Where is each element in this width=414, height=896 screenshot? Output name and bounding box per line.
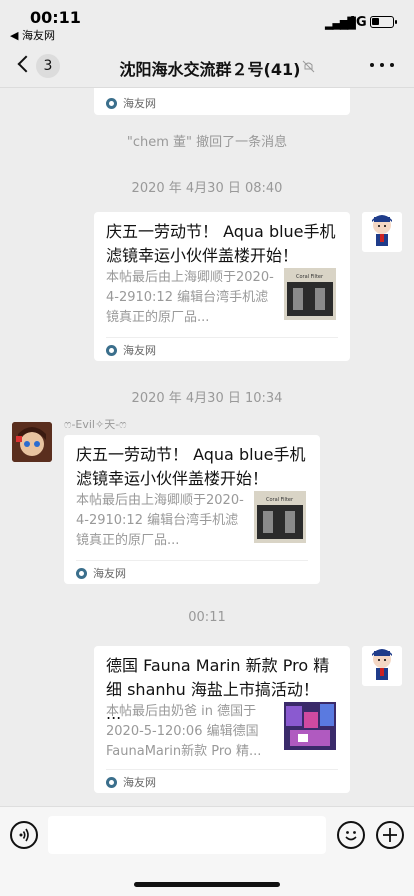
my-avatar[interactable]	[362, 646, 402, 686]
source-icon	[76, 568, 87, 579]
network-type: 4G	[347, 15, 367, 30]
link-card[interactable]: 德国 Fauna Marin 新款 Pro 精细 shanhu 海盐上市搞活动！…	[94, 646, 350, 793]
partial-link-card[interactable]: 海友网	[94, 88, 350, 115]
card-footer: 海友网	[106, 337, 338, 361]
chat-title[interactable]: 沈阳海水交流群２号(41)	[110, 56, 310, 80]
status-bar: 00:11 ◀ 海友网 ▂▄▆█ 4G	[0, 0, 414, 44]
card-thumbnail	[284, 702, 336, 750]
timestamp: 2020 年 4月30 日 10:34	[131, 391, 283, 406]
sender-avatar[interactable]	[12, 422, 52, 462]
chat-nav-bar: 3 沈阳海水交流群２号(41)	[0, 44, 414, 88]
my-avatar[interactable]	[362, 212, 402, 252]
more-icon[interactable]	[370, 62, 394, 70]
home-indicator[interactable]	[134, 882, 280, 887]
card-desc: 本帖最后由上海卿顺于2020-4-2910:12 编辑台湾手机滤镜真正的原厂品.…	[106, 270, 274, 325]
back-chevron-icon	[17, 55, 35, 73]
card-footer: 海友网	[106, 769, 338, 793]
card-footer: 海友网	[106, 91, 338, 115]
unread-count-badge: 3	[36, 54, 60, 78]
card-title: 庆五一劳动节！ Aqua blue手机滤镜幸运小伙伴盖楼开始！	[76, 445, 306, 488]
card-footer: 海友网	[76, 560, 308, 584]
add-icon[interactable]	[376, 821, 404, 849]
source-icon	[106, 98, 117, 109]
svg-text:Coral Filter: Coral Filter	[296, 274, 324, 280]
back-to-app-link[interactable]: ◀ 海友网	[10, 27, 55, 43]
sender-name: ෆ-Evil✧天-ෆ	[64, 418, 127, 431]
card-thumbnail: Coral Filter	[284, 268, 336, 320]
recall-notice: "chem 董" 撤回了一条消息	[126, 135, 288, 150]
card-thumbnail: Coral Filter	[254, 491, 306, 543]
status-time: 00:11	[30, 8, 81, 27]
timestamp: 00:11	[188, 610, 226, 625]
card-desc: 本帖最后由奶爸 in 德国于2020-5-120:06 编辑德国FaunaMar…	[106, 704, 262, 759]
card-source: 海友网	[123, 344, 156, 357]
voice-icon[interactable]	[10, 821, 38, 849]
svg-text:Coral Filter: Coral Filter	[266, 497, 294, 503]
link-card[interactable]: 庆五一劳动节！ Aqua blue手机滤镜幸运小伙伴盖楼开始！ 本帖最后由上海卿…	[94, 212, 350, 361]
source-icon	[106, 345, 117, 356]
card-source: 海友网	[93, 567, 126, 580]
emoji-icon[interactable]	[337, 821, 365, 849]
mute-icon	[302, 60, 315, 73]
card-desc: 本帖最后由上海卿顺于2020-4-2910:12 编辑台湾手机滤镜真正的原厂品.…	[76, 493, 244, 548]
battery-icon	[370, 16, 397, 28]
back-button[interactable]: 3	[14, 54, 64, 80]
source-icon	[106, 777, 117, 788]
message-input[interactable]	[48, 816, 326, 854]
card-source: 海友网	[123, 97, 156, 110]
card-title: 庆五一劳动节！ Aqua blue手机滤镜幸运小伙伴盖楼开始！	[106, 222, 336, 265]
link-card[interactable]: 庆五一劳动节！ Aqua blue手机滤镜幸运小伙伴盖楼开始！ 本帖最后由上海卿…	[64, 435, 320, 584]
timestamp: 2020 年 4月30 日 08:40	[131, 181, 283, 196]
card-source: 海友网	[123, 776, 156, 789]
